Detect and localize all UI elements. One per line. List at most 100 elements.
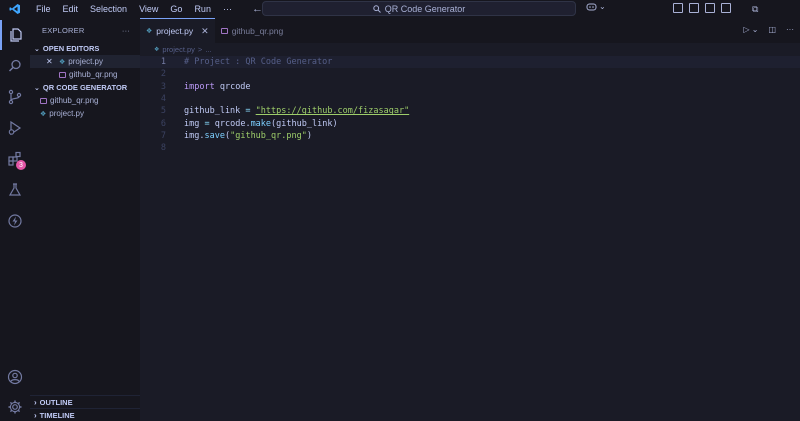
object-name: img.: [184, 130, 205, 141]
source-control-icon[interactable]: [0, 82, 30, 112]
image-file-icon: [40, 97, 47, 104]
open-editor-item-github-qr[interactable]: github_qr.png: [30, 68, 140, 81]
timeline-title: TIMELINE: [39, 410, 75, 420]
python-file-icon: ❖: [59, 58, 66, 66]
line-number: 1: [160, 57, 166, 68]
operator: =: [245, 106, 256, 117]
module-name: qrcode.: [214, 118, 251, 129]
vscode-logo-icon: [0, 0, 30, 18]
keyword-import: import: [184, 81, 215, 92]
chevron-down-icon: ⌄: [34, 45, 40, 53]
explorer-title: EXPLORER: [42, 25, 85, 35]
open-editors-title: OPEN EDITORS: [42, 44, 100, 53]
account-icon[interactable]: [0, 362, 30, 392]
variable-name: github_link: [184, 106, 246, 117]
python-file-icon: ❖: [146, 28, 153, 35]
image-file-icon: [220, 27, 228, 34]
run-debug-icon[interactable]: [0, 113, 30, 143]
paren-close: ): [306, 130, 312, 141]
toggle-sidebar-icon[interactable]: [673, 3, 683, 13]
extensions-icon[interactable]: 3: [0, 144, 30, 174]
folder-header[interactable]: ⌄ QR CODE GENERATOR: [30, 81, 140, 94]
string-literal: "github_qr.png": [230, 130, 307, 141]
timeline-section[interactable]: › TIMELINE: [30, 408, 140, 421]
activity-bar: 3: [0, 18, 30, 421]
extensions-badge: 3: [16, 160, 26, 170]
copilot-button[interactable]: ⌄: [586, 2, 606, 11]
code-line: 2: [140, 68, 800, 80]
module-name: qrcode: [214, 81, 251, 92]
image-file-icon: [59, 71, 66, 78]
layout-controls: [673, 3, 731, 13]
breadcrumb: ❖ project.py > ...: [140, 43, 800, 55]
code-line: 8: [140, 142, 800, 154]
breadcrumb-separator: >: [197, 44, 203, 54]
function-name: save: [204, 130, 225, 141]
open-editors-header[interactable]: ⌄ OPEN EDITORS: [30, 42, 140, 55]
open-editor-label: project.py: [68, 57, 103, 66]
outline-title: OUTLINE: [39, 397, 73, 407]
search-text: QR Code Generator: [384, 3, 466, 14]
chevron-down-icon: ⌄: [599, 2, 606, 11]
toggle-panel-icon[interactable]: [689, 3, 699, 13]
operator: =: [204, 118, 215, 129]
python-file-icon: ❖: [154, 46, 160, 53]
search-icon: [373, 4, 381, 13]
explorer-more-button[interactable]: ···: [122, 26, 130, 35]
tab-project-py[interactable]: ❖ project.py ✕: [140, 18, 215, 43]
explorer-header: EXPLORER ···: [30, 18, 140, 42]
menu-selection[interactable]: Selection: [84, 0, 133, 18]
chevron-right-icon: ›: [34, 397, 37, 407]
code-line: 6 img = qrcode.make(github_link): [140, 117, 800, 129]
testing-flask-icon[interactable]: [0, 175, 30, 205]
command-center-search[interactable]: QR Code Generator: [262, 1, 576, 16]
menu-go[interactable]: Go: [164, 0, 188, 18]
editor-actions: ▷ ⌄ ◫ ···: [743, 25, 794, 34]
string-literal[interactable]: "https://github.com/fizasagar": [256, 106, 410, 116]
outline-section[interactable]: › OUTLINE: [30, 395, 140, 408]
folder-title: QR CODE GENERATOR: [42, 83, 128, 92]
call-args: (github_link): [271, 118, 338, 129]
breadcrumb-file[interactable]: project.py: [162, 45, 195, 54]
toggle-secondary-sidebar-icon[interactable]: [705, 3, 715, 13]
line-number: 6: [160, 118, 166, 129]
explorer-icon[interactable]: [0, 20, 30, 50]
file-item-github-qr[interactable]: github_qr.png: [30, 94, 140, 107]
lightning-icon[interactable]: [0, 206, 30, 236]
editor-tabs: ❖ project.py ✕ github_qr.png ▷ ⌄ ◫ ···: [140, 18, 800, 43]
python-file-icon: ❖: [40, 110, 47, 118]
copilot-icon: [586, 3, 597, 11]
tab-label: github_qr.png: [231, 25, 284, 36]
code-line: 4: [140, 93, 800, 105]
file-item-project-py[interactable]: ❖ project.py: [30, 107, 140, 120]
explorer-sidebar: EXPLORER ··· ⌄ OPEN EDITORS ✕ ❖ project.…: [30, 18, 140, 421]
more-actions-icon[interactable]: ···: [786, 25, 794, 34]
line-number: 4: [160, 94, 166, 105]
window-controls: ⧉: [752, 0, 758, 18]
run-play-icon[interactable]: ▷ ⌄: [743, 25, 758, 34]
settings-gear-icon[interactable]: [0, 392, 30, 421]
menu-edit[interactable]: Edit: [57, 0, 85, 18]
line-number: 5: [160, 106, 166, 117]
menu-run[interactable]: Run: [188, 0, 217, 18]
search-activity-icon[interactable]: [0, 51, 30, 81]
restore-window-icon[interactable]: ⧉: [752, 0, 758, 18]
tab-github-qr[interactable]: github_qr.png: [215, 18, 290, 43]
close-icon[interactable]: ✕: [46, 57, 56, 66]
file-label: project.py: [49, 109, 84, 118]
line-number: 8: [160, 143, 166, 154]
close-icon[interactable]: ✕: [201, 26, 209, 37]
menu-more[interactable]: ···: [217, 0, 238, 18]
variable-name: img: [184, 118, 205, 129]
menu-view[interactable]: View: [133, 0, 164, 18]
customize-layout-icon[interactable]: [721, 3, 731, 13]
code-editor[interactable]: 1 # Project : QR Code Generator 2 3 impo…: [140, 55, 800, 154]
editor-area: ❖ project.py ✕ github_qr.png ▷ ⌄ ◫ ··· ❖…: [140, 18, 800, 421]
open-editor-item-project-py[interactable]: ✕ ❖ project.py: [30, 55, 140, 68]
breadcrumb-rest[interactable]: ...: [205, 45, 211, 54]
split-editor-icon[interactable]: ◫: [768, 25, 776, 34]
code-line: 5 github_link = "https://github.com/fiza…: [140, 105, 800, 117]
chevron-right-icon: ›: [34, 410, 37, 420]
menu-file[interactable]: File: [30, 0, 57, 18]
open-editor-label: github_qr.png: [69, 70, 118, 79]
